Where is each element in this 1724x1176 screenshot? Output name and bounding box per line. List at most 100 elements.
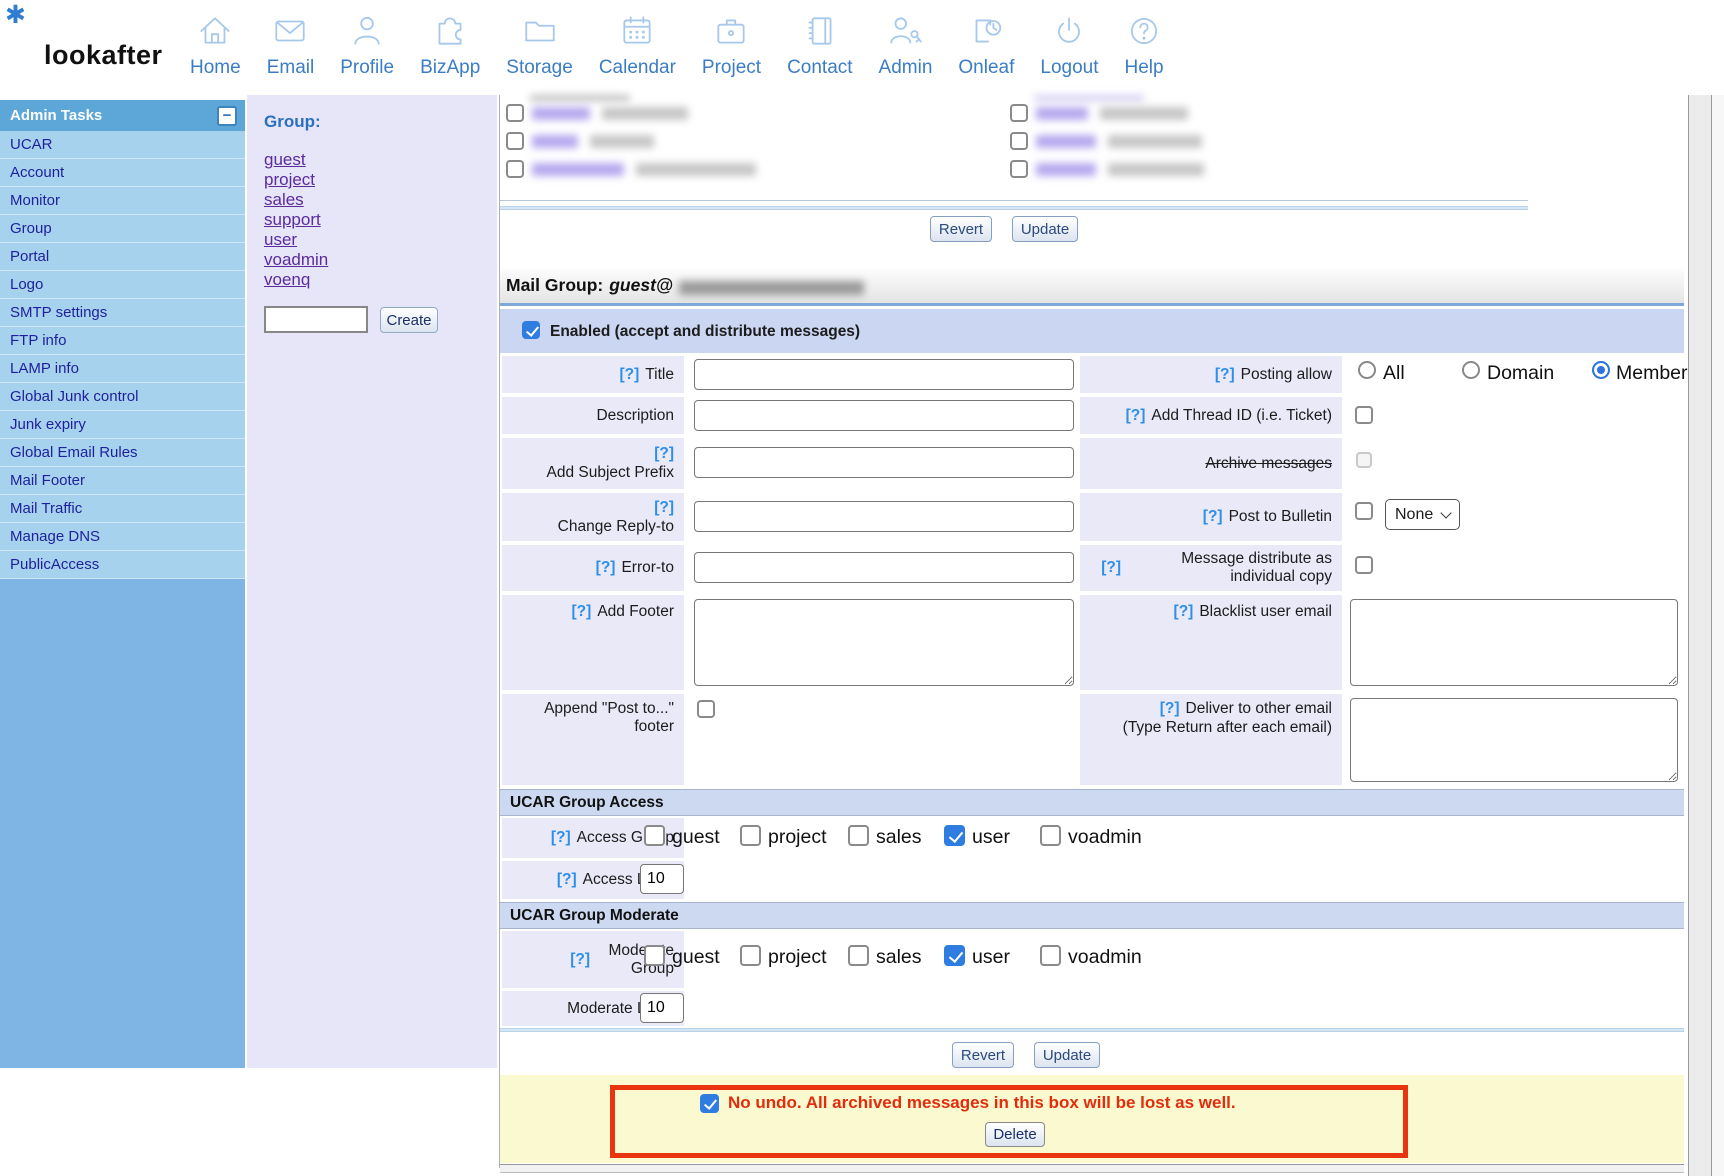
nav-project[interactable]: Project <box>702 12 761 79</box>
delete-button[interactable]: Delete <box>985 1122 1045 1147</box>
nav-admin[interactable]: Admin <box>879 12 933 79</box>
add-thread-id-checkbox[interactable] <box>1355 406 1373 424</box>
access-checkbox-project[interactable] <box>740 825 761 846</box>
access-level-input[interactable] <box>640 864 684 894</box>
sidebar-item-mail-footer[interactable]: Mail Footer <box>0 467 245 495</box>
help-link[interactable]: [?] <box>572 603 592 621</box>
redacted-link[interactable] <box>532 107 590 120</box>
nav-logout[interactable]: Logout <box>1040 12 1098 79</box>
redacted-link[interactable] <box>532 163 624 176</box>
sidebar-item-portal[interactable]: Portal <box>0 243 245 271</box>
help-link[interactable]: [?] <box>570 951 590 969</box>
sidebar-item-smtp-settings[interactable]: SMTP settings <box>0 299 245 327</box>
enabled-checkbox[interactable] <box>522 321 540 339</box>
access-checkbox-guest[interactable] <box>644 825 665 846</box>
help-link[interactable]: [?] <box>596 559 616 577</box>
danger-confirm-checkbox[interactable] <box>700 1094 719 1113</box>
help-link[interactable]: [?] <box>1126 407 1146 425</box>
nav-calendar[interactable]: Calendar <box>599 12 676 79</box>
nav-help[interactable]: Help <box>1125 12 1164 79</box>
title-input[interactable] <box>694 359 1074 390</box>
help-link[interactable]: [?] <box>557 871 577 889</box>
nav-bizapp[interactable]: BizApp <box>420 12 480 79</box>
error-to-input[interactable] <box>694 552 1074 583</box>
nav-storage[interactable]: Storage <box>506 12 573 79</box>
redacted-link[interactable] <box>1036 163 1096 176</box>
help-link[interactable]: [?] <box>654 445 674 463</box>
list-row-checkbox[interactable] <box>506 160 524 178</box>
posting-allow-radio-domain[interactable] <box>1462 361 1480 379</box>
create-group-button[interactable]: Create <box>380 307 438 333</box>
help-link[interactable]: [?] <box>551 829 571 847</box>
change-reply-to-input[interactable] <box>694 501 1074 532</box>
access-checkbox-user[interactable] <box>944 825 965 846</box>
nav-profile[interactable]: Profile <box>340 12 394 79</box>
help-link[interactable]: [?] <box>1160 700 1180 717</box>
moderate-checkbox-guest[interactable] <box>644 945 665 966</box>
help-link[interactable]: [?] <box>654 499 674 517</box>
group-link-voenq[interactable]: voenq <box>264 270 310 290</box>
nav-home[interactable]: Home <box>190 12 241 79</box>
moderate-checkbox-user[interactable] <box>944 945 965 966</box>
list-row-checkbox[interactable] <box>506 132 524 150</box>
group-link-guest[interactable]: guest <box>264 150 306 170</box>
sidebar-item-ftp-info[interactable]: FTP info <box>0 327 245 355</box>
sidebar-item-publicaccess[interactable]: PublicAccess <box>0 551 245 579</box>
help-link[interactable]: [?] <box>619 366 639 384</box>
revert-button-bottom[interactable]: Revert <box>952 1042 1014 1068</box>
list-row-checkbox[interactable] <box>1010 160 1028 178</box>
bulletin-select[interactable]: None <box>1385 499 1460 530</box>
sidebar-item-manage-dns[interactable]: Manage DNS <box>0 523 245 551</box>
moderate-checkbox-project[interactable] <box>740 945 761 966</box>
posting-allow-radio-all[interactable] <box>1358 361 1376 379</box>
list-row-checkbox[interactable] <box>1010 132 1028 150</box>
new-group-input[interactable] <box>264 306 368 333</box>
message-distribute-checkbox[interactable] <box>1355 556 1373 574</box>
access-checkbox-voadmin[interactable] <box>1040 825 1061 846</box>
sidebar-item-account[interactable]: Account <box>0 159 245 187</box>
sidebar-item-logo[interactable]: Logo <box>0 271 245 299</box>
scrollbar-track[interactable] <box>1689 95 1711 1176</box>
moderate-level-input[interactable] <box>640 993 684 1023</box>
sidebar-item-global-junk-control[interactable]: Global Junk control <box>0 383 245 411</box>
nav-onleaf[interactable]: Onleaf <box>958 12 1014 79</box>
redacted-link[interactable] <box>1036 135 1096 148</box>
help-link[interactable]: [?] <box>1203 508 1223 526</box>
nav-email[interactable]: Email <box>267 12 315 79</box>
nav-contact[interactable]: Contact <box>787 12 852 79</box>
deliver-to-other-textarea[interactable] <box>1350 698 1678 782</box>
sidebar-item-global-email-rules[interactable]: Global Email Rules <box>0 439 245 467</box>
access-checkbox-sales[interactable] <box>848 825 869 846</box>
sidebar-item-group[interactable]: Group <box>0 215 245 243</box>
posting-allow-radio-member[interactable] <box>1592 361 1610 379</box>
redacted-link[interactable] <box>532 135 578 148</box>
group-link-support[interactable]: support <box>264 210 321 230</box>
blacklist-textarea[interactable] <box>1350 599 1678 686</box>
collapse-icon[interactable]: − <box>217 106 237 126</box>
moderate-checkbox-voadmin[interactable] <box>1040 945 1061 966</box>
list-row-checkbox[interactable] <box>1010 104 1028 122</box>
group-link-project[interactable]: project <box>264 170 315 190</box>
add-footer-textarea[interactable] <box>694 599 1074 686</box>
help-link[interactable]: [?] <box>1101 559 1121 577</box>
help-link[interactable]: [?] <box>1215 366 1235 384</box>
group-link-voadmin[interactable]: voadmin <box>264 250 328 270</box>
append-post-to-footer-checkbox[interactable] <box>697 700 715 718</box>
sidebar-item-lamp-info[interactable]: LAMP info <box>0 355 245 383</box>
update-button-bottom[interactable]: Update <box>1034 1042 1100 1068</box>
group-link-sales[interactable]: sales <box>264 190 304 210</box>
help-link[interactable]: [?] <box>1174 603 1194 621</box>
sidebar-item-monitor[interactable]: Monitor <box>0 187 245 215</box>
list-row-checkbox[interactable] <box>506 104 524 122</box>
add-subject-prefix-input[interactable] <box>694 447 1074 478</box>
description-input[interactable] <box>694 400 1074 431</box>
sidebar-item-mail-traffic[interactable]: Mail Traffic <box>0 495 245 523</box>
moderate-checkbox-sales[interactable] <box>848 945 869 966</box>
redacted-link[interactable] <box>1036 107 1088 120</box>
update-button-top[interactable]: Update <box>1012 216 1078 242</box>
sidebar-item-ucar[interactable]: UCAR <box>0 131 245 159</box>
sidebar-item-junk-expiry[interactable]: Junk expiry <box>0 411 245 439</box>
revert-button-top[interactable]: Revert <box>930 216 992 242</box>
post-to-bulletin-checkbox[interactable] <box>1355 502 1373 520</box>
group-link-user[interactable]: user <box>264 230 297 250</box>
